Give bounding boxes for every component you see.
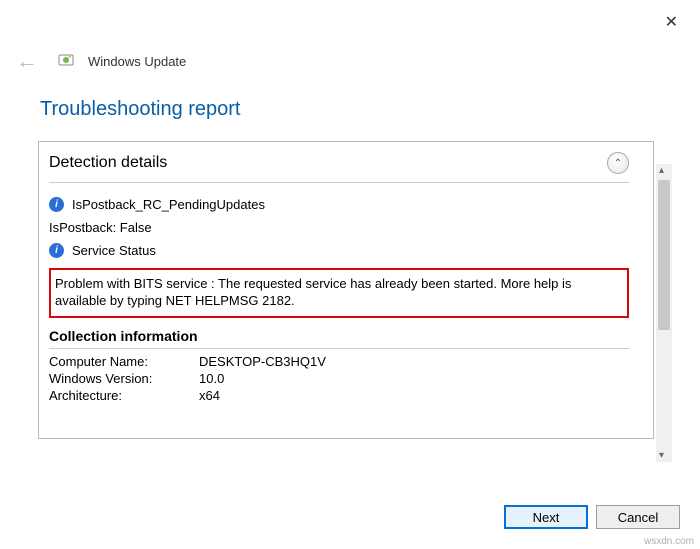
list-item: i IsPostback_RC_PendingUpdates	[49, 193, 629, 216]
windows-update-icon	[58, 53, 76, 69]
architecture-label: Architecture:	[49, 388, 199, 403]
scroll-up-icon[interactable]: ▴	[659, 165, 664, 176]
button-bar: Next Cancel	[504, 505, 680, 529]
close-icon[interactable]: ✕	[665, 12, 678, 32]
item-label: IsPostback: False	[49, 220, 152, 235]
next-button[interactable]: Next	[504, 505, 588, 529]
wizard-header: ← Windows Update	[0, 0, 700, 80]
section-title: Detection details	[49, 154, 167, 172]
windows-version-label: Windows Version:	[49, 371, 199, 386]
divider	[49, 348, 629, 349]
item-label: IsPostback_RC_PendingUpdates	[72, 197, 265, 212]
problem-highlight: Problem with BITS service : The requeste…	[49, 268, 629, 318]
windows-version-value: 10.0	[199, 371, 224, 386]
list-item: IsPostback: False	[49, 216, 629, 239]
list-item: i Service Status	[49, 239, 629, 262]
info-icon: i	[49, 243, 64, 258]
problem-text: Problem with BITS service : The requeste…	[55, 276, 571, 308]
table-row: Computer Name: DESKTOP-CB3HQ1V	[49, 353, 629, 370]
item-label: Service Status	[72, 243, 156, 258]
divider	[49, 182, 629, 183]
report-heading: Troubleshooting report	[0, 80, 700, 133]
chevron-up-icon[interactable]: ⌃	[607, 152, 629, 174]
watermark: wsxdn.com	[644, 536, 694, 547]
computer-name-value: DESKTOP-CB3HQ1V	[199, 354, 326, 369]
scroll-down-icon[interactable]: ▾	[659, 450, 664, 461]
collection-title: Collection information	[49, 326, 629, 348]
page-title: Windows Update	[88, 54, 186, 69]
architecture-value: x64	[199, 388, 220, 403]
info-icon: i	[49, 197, 64, 212]
table-row: Architecture: x64	[49, 387, 629, 404]
cancel-button[interactable]: Cancel	[596, 505, 680, 529]
computer-name-label: Computer Name:	[49, 354, 199, 369]
scroll-thumb[interactable]	[658, 180, 670, 330]
scrollbar[interactable]: ▴ ▾	[656, 164, 672, 462]
report-panel: Detection details ⌃ i IsPostback_RC_Pend…	[38, 141, 654, 439]
back-icon[interactable]: ←	[16, 48, 46, 74]
table-row: Windows Version: 10.0	[49, 370, 629, 387]
